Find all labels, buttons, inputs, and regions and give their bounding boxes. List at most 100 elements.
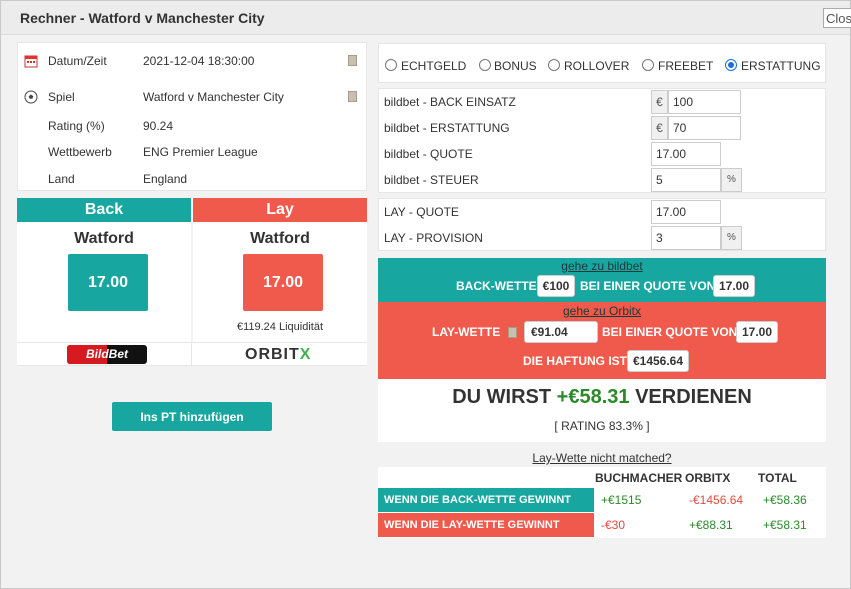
lay-team-name: Watford [250, 230, 310, 247]
back-stake-pill: €100 [537, 275, 575, 297]
radio-freebet[interactable] [642, 59, 654, 71]
percent-suffix: % [721, 226, 742, 250]
bildbet-logo: BildBet [67, 345, 147, 364]
info-row-country: Land England [18, 169, 366, 195]
profit-headline: DU WIRST +€58.31 VERDIENEN [452, 386, 752, 408]
back-odds-box[interactable]: 17.00 [68, 254, 148, 311]
lay-instruction-band: gehe zu Orbitx LAY-WETTE €91.04 BEI EINE… [378, 302, 826, 379]
refund-label: bildbet - ERSTATTUNG [384, 121, 510, 135]
lay-stake-pill: €91.04 [524, 321, 598, 343]
radio-label-echtgeld: ECHTGELD [401, 59, 467, 73]
info-row-match: Spiel Watford v Manchester City [18, 87, 366, 113]
back-odds-input[interactable] [651, 142, 721, 166]
table-cell: +€58.36 [763, 493, 807, 507]
col-header-total: TOTAL [758, 471, 797, 485]
profit-amount: +€58.31 [556, 386, 630, 408]
back-stake-label: bildbet - BACK EINSATZ [384, 95, 516, 109]
match-value: Watford v Manchester City [143, 90, 284, 104]
table-cell: -€30 [601, 518, 626, 532]
tax-label: bildbet - STEUER [384, 173, 479, 187]
info-row-datetime: Datum/Zeit 2021-12-04 18:30:00 [18, 51, 366, 77]
profit-panel: DU WIRST +€58.31 VERDIENEN [ RATING 83.3… [378, 379, 826, 442]
copy-icon[interactable] [348, 91, 357, 102]
soccer-ball-icon [24, 90, 38, 104]
back-odds-label: bildbet - QUOTE [384, 147, 473, 161]
refund-input[interactable] [668, 116, 741, 140]
back-header: Back [17, 198, 191, 222]
radio-rollover[interactable] [548, 59, 560, 71]
back-instruction-band: gehe zu bildbet BACK-WETTE €100 BEI EINE… [378, 258, 826, 302]
calculator-modal: Rechner - Watford v Manchester City Clos… [0, 0, 851, 589]
lay-odds-row: LAY - QUOTE [378, 199, 826, 225]
lay-liquidity: €119.24 Liquidität [236, 321, 324, 333]
goto-exchange-link[interactable]: gehe zu Orbitx [378, 304, 826, 318]
commission-input[interactable] [651, 226, 721, 250]
match-label: Spiel [48, 90, 75, 104]
rating-value: 90.24 [143, 119, 174, 133]
back-stake-input[interactable] [668, 90, 741, 114]
lay-bet-label: LAY-WETTE [432, 325, 501, 339]
modal-title: Rechner - Watford v Manchester City [20, 10, 265, 26]
euro-prefix: € [651, 116, 668, 140]
datetime-value: 2021-12-04 18:30:00 [143, 54, 255, 68]
lay-odds-label: LAY - QUOTE [384, 205, 459, 219]
logo-row: BildBet ORBITX [17, 342, 367, 366]
radio-bonus[interactable] [479, 59, 491, 71]
result-rating: [ RATING 83.3% ] [554, 419, 650, 433]
add-to-pt-button[interactable]: Ins PT hinzufügen [112, 402, 272, 431]
lay-odds-text: BEI EINER QUOTE VON [602, 325, 738, 339]
tax-input[interactable] [651, 168, 721, 192]
col-header-exchange: ORBITX [685, 471, 731, 485]
calendar-icon [24, 55, 38, 68]
copy-icon[interactable] [348, 55, 357, 66]
table-cell: -€1456.64 [689, 493, 744, 507]
refund-row: bildbet - ERSTATTUNG € [378, 115, 826, 141]
lay-odds-pill: 17.00 [736, 321, 778, 343]
copy-icon[interactable] [508, 327, 517, 338]
lay-odds-box[interactable]: 17.00 [243, 254, 323, 311]
datetime-label: Datum/Zeit [48, 54, 107, 68]
lay-header: Lay [193, 198, 367, 222]
col-header-bookmaker: BUCHMACHER [595, 471, 683, 485]
info-row-rating: Rating (%) 90.24 [18, 116, 366, 142]
radio-label-rollover: ROLLOVER [564, 59, 630, 73]
country-label: Land [48, 172, 75, 186]
back-odds-pill: 17.00 [713, 275, 755, 297]
mode-selector: ECHTGELD BONUS ROLLOVER FREEBET ERSTATTU… [378, 43, 826, 83]
results-table: BUCHMACHER ORBITX TOTAL WENN DIE BACK-WE… [378, 467, 826, 538]
tax-row: bildbet - STEUER % [378, 167, 826, 193]
modal-titlebar: Rechner - Watford v Manchester City Clos… [1, 1, 851, 35]
lay-not-matched-link[interactable]: Lay-Wette nicht matched? [378, 451, 826, 465]
rating-label: Rating (%) [48, 119, 105, 133]
close-button[interactable]: Close [823, 8, 851, 28]
commission-row: LAY - PROVISION % [378, 225, 826, 251]
row-label-lay-wins: WENN DIE LAY-WETTE GEWINNT [378, 513, 594, 537]
radio-erstattung[interactable] [725, 59, 737, 71]
percent-suffix: % [721, 168, 742, 192]
euro-prefix: € [651, 90, 668, 114]
goto-bookmaker-link[interactable]: gehe zu bildbet [378, 259, 826, 273]
liability-label: DIE HAFTUNG IST [523, 354, 627, 368]
radio-echtgeld[interactable] [385, 59, 397, 71]
back-stake-row: bildbet - BACK EINSATZ € [378, 89, 826, 115]
back-odds-text: BEI EINER QUOTE VON [580, 279, 716, 293]
back-bet-label: BACK-WETTE [456, 279, 537, 293]
info-row-competition: Wettbewerb ENG Premier League [18, 142, 366, 168]
lay-odds-input[interactable] [651, 200, 721, 224]
back-odds-row: bildbet - QUOTE [378, 141, 826, 167]
liability-pill: €1456.64 [627, 350, 689, 372]
table-cell: +€58.31 [763, 518, 807, 532]
radio-label-freebet: FREEBET [658, 59, 714, 73]
competition-value: ENG Premier League [143, 145, 258, 159]
back-team-name: Watford [74, 230, 134, 247]
radio-label-bonus: BONUS [494, 59, 537, 73]
event-info-card: Datum/Zeit 2021-12-04 18:30:00 Spiel Wat… [17, 42, 367, 191]
row-label-back-wins: WENN DIE BACK-WETTE GEWINNT [378, 488, 594, 512]
orbitx-logo: ORBITX [245, 346, 312, 363]
competition-label: Wettbewerb [48, 145, 112, 159]
country-value: England [143, 172, 188, 186]
table-cell: +€1515 [601, 493, 642, 507]
commission-label: LAY - PROVISION [384, 231, 483, 245]
table-cell: +€88.31 [689, 518, 733, 532]
radio-label-erstattung: ERSTATTUNG [741, 59, 821, 73]
